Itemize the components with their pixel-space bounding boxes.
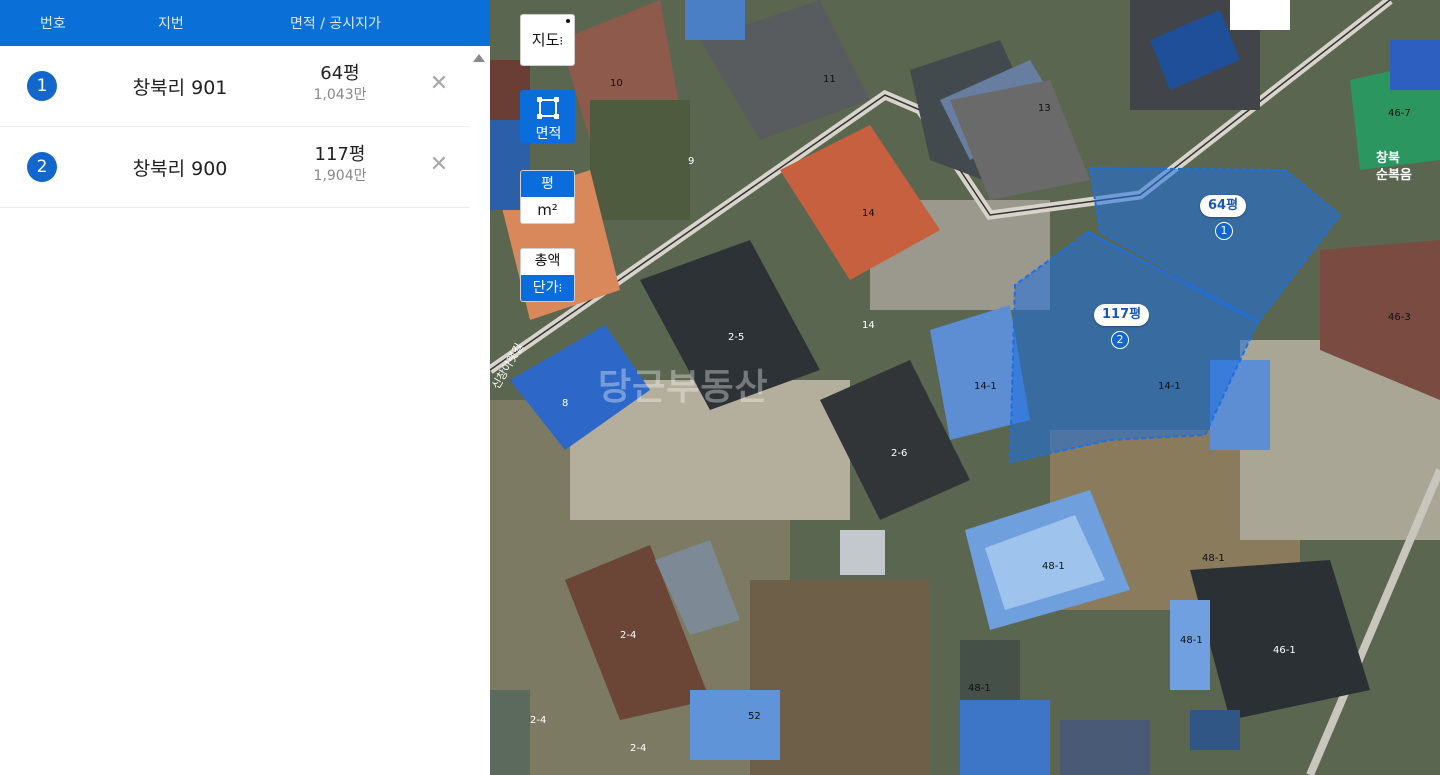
parcel-number-badge: 1: [27, 71, 57, 101]
parcel-number-label: 48-1: [1180, 635, 1203, 646]
unit-pyeong-option[interactable]: 평: [521, 171, 574, 197]
area-measure-button[interactable]: 면적: [520, 90, 575, 143]
parcel-number-label: 48-1: [1202, 553, 1225, 564]
parcel-price: 1,043만: [313, 87, 367, 103]
parcel-number-label: 11: [823, 74, 836, 85]
parcel-list-panel: 번호 지번 면적 / 공시지가 1 창북리 901 64평 1,043만 ✕ 2…: [0, 0, 490, 775]
place-label-line: 창북: [1376, 151, 1400, 166]
parcel-price: 1,904만: [313, 168, 367, 184]
parcel-list: 1 창북리 901 64평 1,043만 ✕ 2 창북리 900 117평 1,…: [0, 46, 470, 208]
parcel-area-tag[interactable]: 117평: [1094, 304, 1150, 326]
close-icon[interactable]: ✕: [427, 72, 451, 96]
header-area-price: 면적 / 공시지가: [290, 16, 381, 32]
price-total-option[interactable]: 총액: [521, 249, 574, 275]
map-type-button[interactable]: 지도⁝: [520, 14, 575, 66]
parcel-tag-number: 1: [1215, 222, 1233, 240]
map-type-label: 지도: [531, 31, 560, 49]
parcel-number-label: 2-4: [530, 715, 547, 726]
header-number: 번호: [40, 16, 66, 32]
list-header: 번호 지번 면적 / 공시지가: [0, 0, 490, 46]
parcel-number-badge: 2: [27, 152, 57, 182]
close-icon[interactable]: ✕: [427, 153, 451, 177]
parcel-jibun: 창북리 900: [132, 158, 228, 180]
area-select-icon: [537, 97, 559, 119]
parcel-number-label: 2-5: [728, 332, 745, 343]
watermark-logo: 당근부동산: [598, 367, 769, 408]
parcel-number-label: 14: [862, 208, 875, 219]
parcel-jibun: 창북리 901: [132, 77, 228, 99]
parcel-number-label: 14-1: [974, 381, 997, 392]
unit-toggle: 평 m²: [520, 170, 575, 224]
parcel-number-label: 10: [610, 78, 623, 89]
parcel-tag-number: 2: [1111, 331, 1129, 349]
parcel-number-label: 9: [688, 156, 695, 167]
price-unit-option[interactable]: 단가⁝: [521, 275, 574, 301]
area-measure-label: 면적: [535, 126, 562, 142]
parcel-number-label: 46-1: [1273, 645, 1296, 656]
parcel-number-label: 48-1: [1042, 561, 1065, 572]
parcel-number-label: 48-1: [968, 683, 991, 694]
parcel-area: 117평: [314, 144, 366, 165]
parcel-number-label: 14-1: [1158, 381, 1181, 392]
parcel-area-tag[interactable]: 64평: [1200, 195, 1247, 217]
parcel-number-label: 2-6: [891, 448, 908, 459]
list-item[interactable]: 2 창북리 900 117평 1,904만 ✕: [0, 127, 470, 208]
parcel-number-label: 2-4: [620, 630, 637, 641]
scrollbar-up-arrow-icon[interactable]: [473, 54, 485, 62]
unit-m2-option[interactable]: m²: [521, 197, 574, 223]
parcel-area: 64평: [320, 63, 360, 84]
price-unit-label: 단가: [532, 280, 559, 296]
parcel-number-label: 46-7: [1388, 108, 1411, 119]
indicator-dot-icon: [566, 19, 570, 23]
parcel-number-label: 2-4: [630, 743, 647, 754]
place-label: 창북 순복음: [1376, 150, 1412, 184]
parcel-number-label: 8: [562, 398, 569, 409]
parcel-number-label: 13: [1038, 103, 1051, 114]
header-jibun: 지번: [158, 16, 184, 32]
parcel-number-label: 14: [862, 320, 875, 331]
list-item[interactable]: 1 창북리 901 64평 1,043만 ✕: [0, 46, 470, 127]
price-toggle: 총액 단가⁝: [520, 248, 575, 302]
place-label-line: 순복음: [1376, 168, 1412, 183]
satellite-map[interactable]: 10 11 13 9 14 14 2-5 8 14-1 14-1 2-6 48-…: [490, 0, 1440, 775]
parcel-number-label: 46-3: [1388, 312, 1411, 323]
parcel-number-label: 52: [748, 711, 761, 722]
